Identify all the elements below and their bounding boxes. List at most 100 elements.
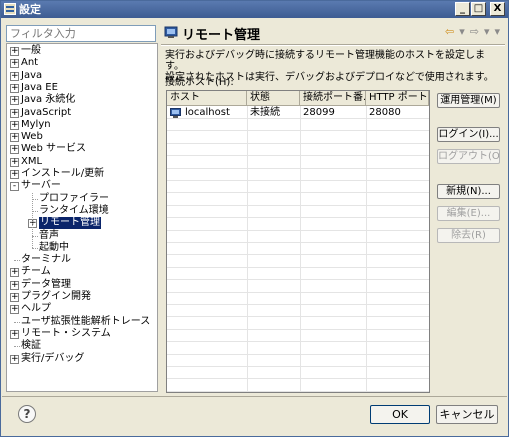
tree-item[interactable]: + Java EE bbox=[7, 82, 157, 94]
tree-item[interactable]: + Web サービス bbox=[7, 143, 157, 155]
tree-item-label: プラグイン開発 bbox=[21, 291, 91, 302]
table-row[interactable] bbox=[167, 281, 429, 293]
table-row[interactable] bbox=[167, 132, 429, 144]
tree-item[interactable]: + プラグイン開発 bbox=[7, 291, 157, 303]
table-row[interactable] bbox=[167, 343, 429, 355]
app-icon bbox=[4, 3, 16, 15]
table-row[interactable] bbox=[167, 181, 429, 194]
expand-icon[interactable]: + bbox=[10, 145, 19, 155]
expand-icon[interactable]: + bbox=[10, 83, 19, 93]
tree-item[interactable]: + Mylyn bbox=[7, 119, 157, 131]
expand-icon[interactable]: + bbox=[10, 47, 19, 56]
tree-item[interactable]: プロファイラー bbox=[7, 193, 157, 205]
tree-item[interactable]: + Java bbox=[7, 70, 157, 82]
table-row[interactable] bbox=[167, 243, 429, 256]
table-row[interactable] bbox=[167, 157, 429, 169]
forward-arrow-icon[interactable]: ⇨ bbox=[470, 25, 479, 38]
back-menu-icon[interactable]: ▾ bbox=[459, 25, 465, 38]
expand-icon[interactable]: + bbox=[10, 108, 19, 118]
expand-icon[interactable]: + bbox=[10, 354, 19, 364]
tree-item[interactable]: + リモート・システム bbox=[7, 328, 157, 340]
edit-button[interactable]: 編集(E)... bbox=[437, 206, 500, 221]
minimize-button[interactable]: _ bbox=[455, 2, 470, 16]
tree-item-label: 実行/デバッグ bbox=[21, 352, 85, 364]
table-row[interactable] bbox=[167, 256, 429, 268]
expand-icon[interactable]: + bbox=[10, 59, 19, 69]
cell-host: localhost bbox=[185, 107, 230, 118]
tree-item[interactable]: + 一般 bbox=[7, 45, 157, 57]
column-header-status[interactable]: 状態 bbox=[247, 91, 300, 106]
tree-item[interactable]: - サーバー bbox=[7, 180, 157, 192]
table-row[interactable] bbox=[167, 330, 429, 343]
expand-icon[interactable]: + bbox=[10, 120, 19, 130]
tree-item[interactable]: 検証 bbox=[7, 340, 157, 352]
new-button[interactable]: 新規(N)... bbox=[437, 184, 500, 199]
tree-item[interactable]: + XML bbox=[7, 156, 157, 168]
table-row[interactable] bbox=[167, 293, 429, 305]
close-button[interactable]: X bbox=[490, 2, 505, 16]
hosts-table[interactable]: ホスト 状態 接続ポート番... HTTP ポート... localhost 未接… bbox=[166, 90, 430, 393]
expand-icon[interactable]: + bbox=[10, 280, 19, 290]
table-row[interactable] bbox=[167, 268, 429, 281]
expand-icon[interactable]: + bbox=[10, 170, 19, 179]
preferences-window: 設定 _ □ X +一般+Ant+Java+Java EE+Java 永続化+J… bbox=[0, 0, 509, 437]
table-row[interactable]: localhost 未接続 28099 28080 bbox=[167, 107, 429, 119]
expand-icon[interactable]: + bbox=[10, 133, 19, 143]
table-row[interactable] bbox=[167, 169, 429, 181]
tree-item[interactable]: 起動中 bbox=[7, 242, 157, 254]
table-row[interactable] bbox=[167, 144, 429, 157]
tree-item-label: データ管理 bbox=[21, 278, 71, 290]
expand-icon[interactable]: + bbox=[10, 157, 19, 167]
expand-icon[interactable]: + bbox=[10, 329, 19, 339]
tree-item[interactable]: + ヘルプ bbox=[7, 303, 157, 315]
table-row[interactable] bbox=[167, 231, 429, 243]
forward-menu-icon[interactable]: ▾ bbox=[484, 25, 490, 38]
tree-item[interactable]: ユーザ拡張性能解析トレース bbox=[7, 316, 157, 328]
tree-item[interactable]: + 実行/デバッグ bbox=[7, 353, 157, 365]
column-header-host[interactable]: ホスト bbox=[167, 91, 247, 106]
view-menu-icon[interactable]: ▾ bbox=[494, 25, 500, 38]
tree-item[interactable]: + インストール/更新 bbox=[7, 168, 157, 180]
tree-item-label: ターミナル bbox=[21, 254, 71, 266]
expand-icon[interactable]: + bbox=[10, 71, 19, 81]
tree-item[interactable]: + Java 永続化 bbox=[7, 94, 157, 106]
tree-item[interactable]: + リモート管理 bbox=[7, 217, 157, 230]
filter-input[interactable] bbox=[6, 25, 156, 42]
logout-button[interactable]: ログアウト(O) bbox=[437, 149, 500, 164]
ok-button[interactable]: OK bbox=[370, 405, 430, 424]
remove-button[interactable]: 除去(R) bbox=[437, 228, 500, 243]
help-icon[interactable]: ? bbox=[18, 405, 36, 423]
tree-item[interactable]: + Web bbox=[7, 131, 157, 143]
table-row[interactable] bbox=[167, 367, 429, 380]
table-row[interactable] bbox=[167, 219, 429, 231]
tree-item[interactable]: + JavaScript bbox=[7, 107, 157, 119]
expand-icon[interactable]: + bbox=[10, 293, 19, 302]
tree-guide-line bbox=[32, 192, 33, 249]
table-row[interactable] bbox=[167, 355, 429, 367]
table-row[interactable] bbox=[167, 318, 429, 330]
tree-item[interactable]: ランタイム環境 bbox=[7, 205, 157, 217]
table-row[interactable] bbox=[167, 119, 429, 132]
left-panel: +一般+Ant+Java+Java EE+Java 永続化+JavaScript… bbox=[4, 20, 159, 395]
tree-item[interactable]: + Ant bbox=[7, 57, 157, 69]
tree-item[interactable]: + チーム bbox=[7, 266, 157, 278]
table-row[interactable] bbox=[167, 194, 429, 206]
login-button[interactable]: ログイン(I)... bbox=[437, 127, 500, 142]
table-row[interactable] bbox=[167, 206, 429, 219]
expand-icon[interactable]: + bbox=[10, 268, 19, 278]
back-arrow-icon[interactable]: ⇦ bbox=[445, 25, 454, 38]
column-header-http-port[interactable]: HTTP ポート... bbox=[366, 91, 429, 106]
maximize-button[interactable]: □ bbox=[471, 2, 486, 16]
column-header-port[interactable]: 接続ポート番... bbox=[300, 91, 366, 106]
tree-item[interactable]: + データ管理 bbox=[7, 279, 157, 291]
cell-port: 28099 bbox=[303, 107, 335, 118]
table-row[interactable] bbox=[167, 380, 429, 392]
manage-button[interactable]: 運用管理(M) bbox=[437, 93, 500, 108]
expand-icon[interactable]: + bbox=[10, 305, 19, 315]
collapse-icon[interactable]: - bbox=[10, 182, 19, 192]
table-row[interactable] bbox=[167, 305, 429, 318]
tree-item[interactable]: ターミナル bbox=[7, 254, 157, 266]
tree-item[interactable]: 音声 bbox=[7, 230, 157, 242]
cancel-button[interactable]: キャンセル bbox=[436, 405, 498, 424]
expand-icon[interactable]: + bbox=[10, 96, 19, 106]
